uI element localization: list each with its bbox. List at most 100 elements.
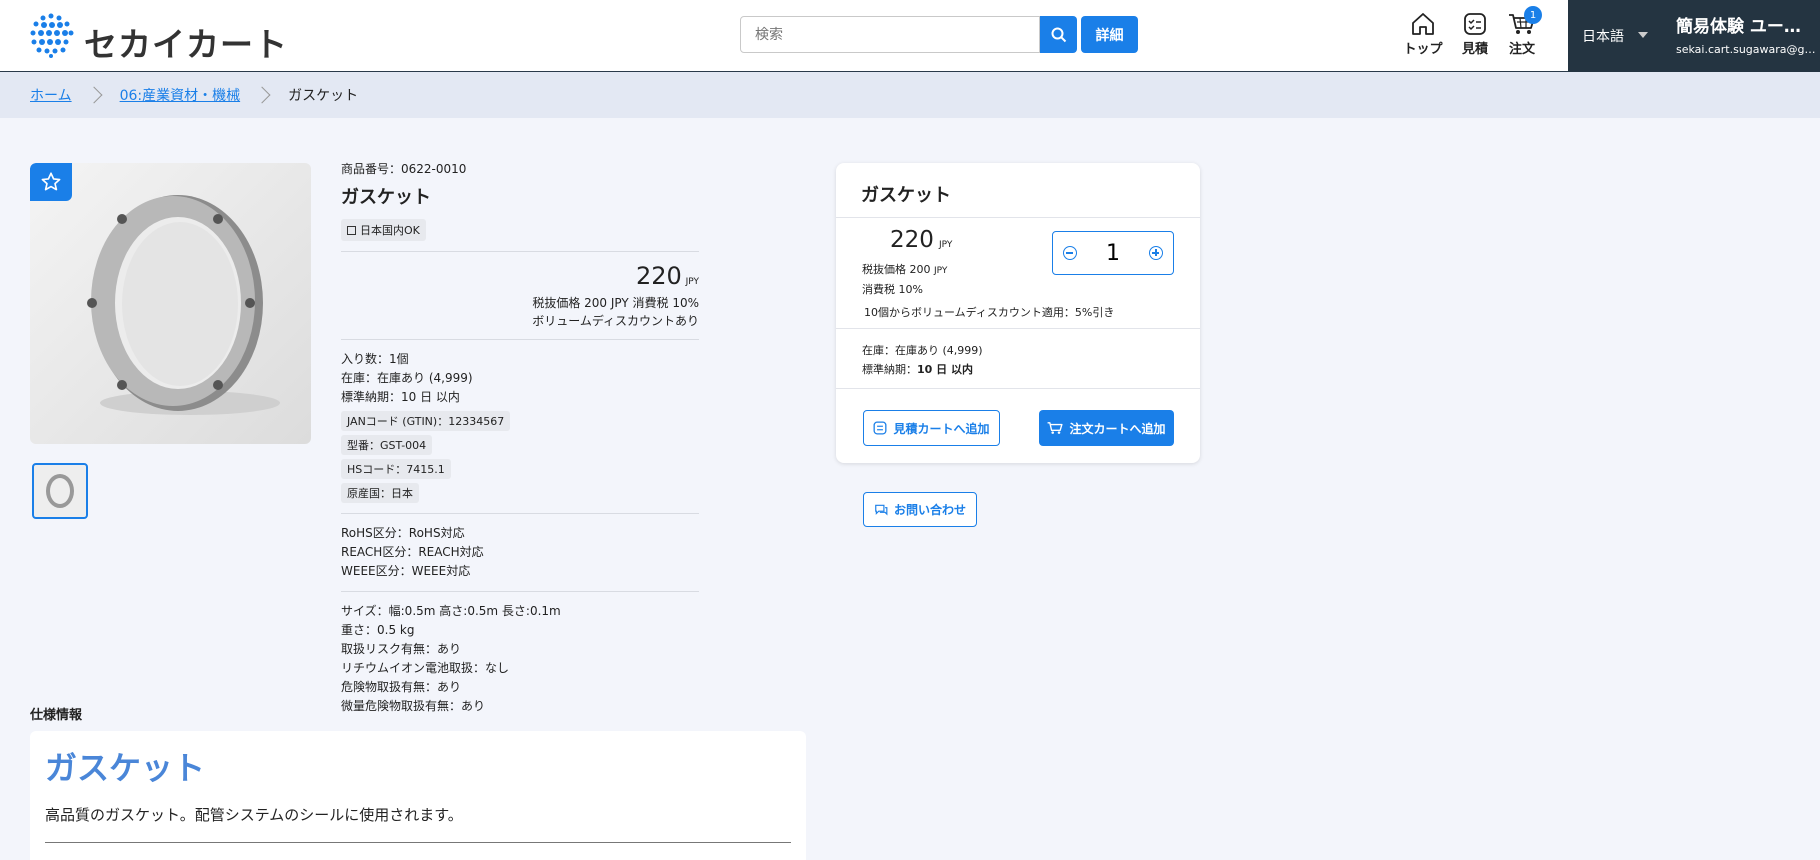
top-header: セカイカート 詳細 トップ 見積 1 注文 日本語 簡易体験 ユー… sekai… — [0, 0, 1820, 72]
volume-discount-note: ボリュームディスカウントあり — [532, 314, 699, 328]
jan-code: JANコード (GTIN)：12334567 — [341, 411, 511, 431]
nav-top-label: トップ — [1403, 42, 1443, 57]
chevron-right-icon — [253, 86, 271, 104]
divider — [341, 339, 699, 340]
domestic-shipping-tag: 日本国内OK — [341, 219, 426, 241]
add-to-order-label: 注文カートへ追加 — [1069, 421, 1166, 436]
divider — [45, 842, 791, 843]
quantity-stepper — [1052, 231, 1174, 275]
user-menu[interactable]: 簡易体験 ユー… sekai.cart.sugawara@g… — [1660, 0, 1820, 72]
logo-text: セカイカート — [84, 25, 288, 64]
divider — [341, 591, 699, 592]
spec-description: 高品質のガスケット。配管システムのシールに使用されます。 — [45, 806, 463, 824]
product-thumbnail[interactable] — [32, 463, 88, 519]
chevron-right-icon — [85, 86, 103, 104]
detail-search-button[interactable]: 詳細 — [1081, 16, 1138, 53]
nav-order-cart[interactable]: 1 注文 — [1498, 6, 1546, 60]
divider — [836, 217, 1200, 218]
gasket-image — [87, 195, 280, 415]
hazardous-attribute: 危険物取扱有無：あり — [341, 680, 462, 694]
favorite-button[interactable] — [30, 163, 72, 201]
quantity-input[interactable] — [1093, 240, 1133, 266]
weee-status: WEEE区分：WEEE対応 — [341, 564, 471, 578]
language-select[interactable]: 日本語 — [1568, 0, 1660, 72]
card-tax-excl-currency: JPY — [934, 266, 948, 276]
breadcrumb-category-link[interactable]: 06:産業資材・機械 — [120, 85, 241, 105]
chat-icon — [875, 504, 888, 515]
nav-top[interactable]: トップ — [1399, 12, 1447, 60]
breadcrumb-home-link[interactable]: ホーム — [30, 85, 72, 105]
card-price-currency: JPY — [939, 240, 953, 250]
divider — [341, 513, 699, 514]
nav-order-label: 注文 — [1508, 42, 1535, 57]
language-label: 日本語 — [1582, 29, 1624, 45]
price-currency: JPY — [685, 277, 699, 287]
add-to-order-cart-button[interactable]: 注文カートへ追加 — [1039, 410, 1174, 446]
price-block: 220 JPY 税抜価格 200 JPY 消費税 10% ボリュームディスカウン… — [341, 262, 699, 329]
rohs-status: RoHS区分：RoHS対応 — [341, 526, 465, 540]
size-attribute: サイズ：幅:0.5m 高さ:0.5m 長さ:0.1m — [341, 604, 561, 618]
card-title: ガスケット — [861, 185, 951, 206]
domestic-shipping-label: 日本国内OK — [360, 224, 420, 237]
nav-quote[interactable]: 見積 — [1451, 12, 1499, 60]
globe-logo-icon — [30, 13, 74, 58]
lithium-battery-attribute: リチウムイオン電池取扱：なし — [341, 661, 510, 675]
handling-risk-attribute: 取扱リスク有無：あり — [341, 642, 462, 656]
gasket-thumbnail-image — [46, 474, 74, 508]
star-icon — [41, 172, 61, 191]
card-tax-rate: 消費税 10% — [862, 283, 923, 296]
search-button[interactable] — [1040, 16, 1077, 53]
model-number: 型番：GST-004 — [341, 435, 433, 455]
add-to-quote-label: 見積カートへ追加 — [893, 421, 990, 436]
card-tax-excl: 税抜価格 200 JPY — [862, 261, 947, 277]
home-icon — [1412, 13, 1434, 35]
cart-icon — [1048, 422, 1064, 434]
reach-status: REACH区分：REACH対応 — [341, 545, 484, 559]
spec-heading: 仕様情報 — [30, 708, 83, 723]
product-main-image[interactable] — [30, 163, 311, 444]
divider — [836, 328, 1200, 329]
inquiry-button[interactable]: お問い合わせ — [863, 492, 977, 527]
tax-line: 税抜価格 200 JPY 消費税 10% — [532, 296, 699, 310]
trace-hazardous-attribute: 微量危険物取扱有無：あり — [341, 699, 486, 713]
weight-attribute: 重さ：0.5 kg — [341, 623, 415, 637]
card-lead-time: 標準納期：10 日 以内 — [862, 361, 973, 377]
card-tax-excl-value: 税抜価格 200 — [862, 263, 931, 276]
search-icon — [1051, 27, 1066, 42]
quantity-per-unit: 入り数：1個 — [341, 352, 409, 366]
country-of-origin: 原産国：日本 — [341, 483, 419, 503]
chevron-down-icon — [1638, 32, 1648, 38]
purchase-card: ガスケット 220 JPY 税抜価格 200 JPY 消費税 10% 10個から… — [836, 163, 1200, 463]
product-price: 220 — [635, 262, 682, 290]
card-price-value: 220 — [890, 227, 934, 253]
user-name: 簡易体験 ユー… — [1676, 17, 1801, 37]
product-number: 商品番号：0622-0010 — [341, 162, 467, 176]
quote-list-icon — [1464, 13, 1486, 35]
product-title: ガスケット — [341, 187, 431, 208]
card-stock: 在庫：在庫あり (4,999) — [862, 344, 983, 357]
breadcrumb: ホーム 06:産業資材・機械 ガスケット — [0, 72, 1820, 118]
spec-panel: ガスケット 高品質のガスケット。配管システムのシールに使用されます。 — [30, 731, 806, 860]
logo[interactable]: セカイカート — [26, 10, 287, 64]
nav-quote-label: 見積 — [1461, 42, 1488, 57]
plus-circle-icon[interactable] — [1149, 246, 1163, 260]
divider — [836, 388, 1200, 389]
card-price: 220 JPY — [890, 227, 952, 253]
user-email: sekai.cart.sugawara@g… — [1676, 43, 1816, 56]
inquiry-label: お問い合わせ — [893, 503, 966, 517]
card-lead-label: 標準納期： — [862, 363, 917, 376]
box-icon — [347, 226, 356, 235]
add-to-quote-cart-button[interactable]: 見積カートへ追加 — [863, 410, 1000, 446]
stock-status: 在庫：在庫あり (4,999) — [341, 371, 473, 385]
cart-count-badge: 1 — [1524, 6, 1542, 24]
card-discount-note: 10個からボリュームディスカウント適用：5%引き — [864, 306, 1115, 319]
lead-time: 標準納期：10 日 以内 — [341, 390, 460, 404]
spec-title: ガスケット — [45, 749, 206, 787]
minus-circle-icon[interactable] — [1063, 246, 1077, 260]
divider — [341, 251, 699, 252]
hs-code: HSコード：7415.1 — [341, 459, 451, 479]
product-info: 商品番号：0622-0010 ガスケット 日本国内OK 220 JPY 税抜価格… — [341, 160, 699, 716]
quote-list-icon — [874, 421, 887, 435]
card-lead-value: 10 日 以内 — [917, 363, 973, 376]
search-input[interactable] — [740, 16, 1040, 53]
